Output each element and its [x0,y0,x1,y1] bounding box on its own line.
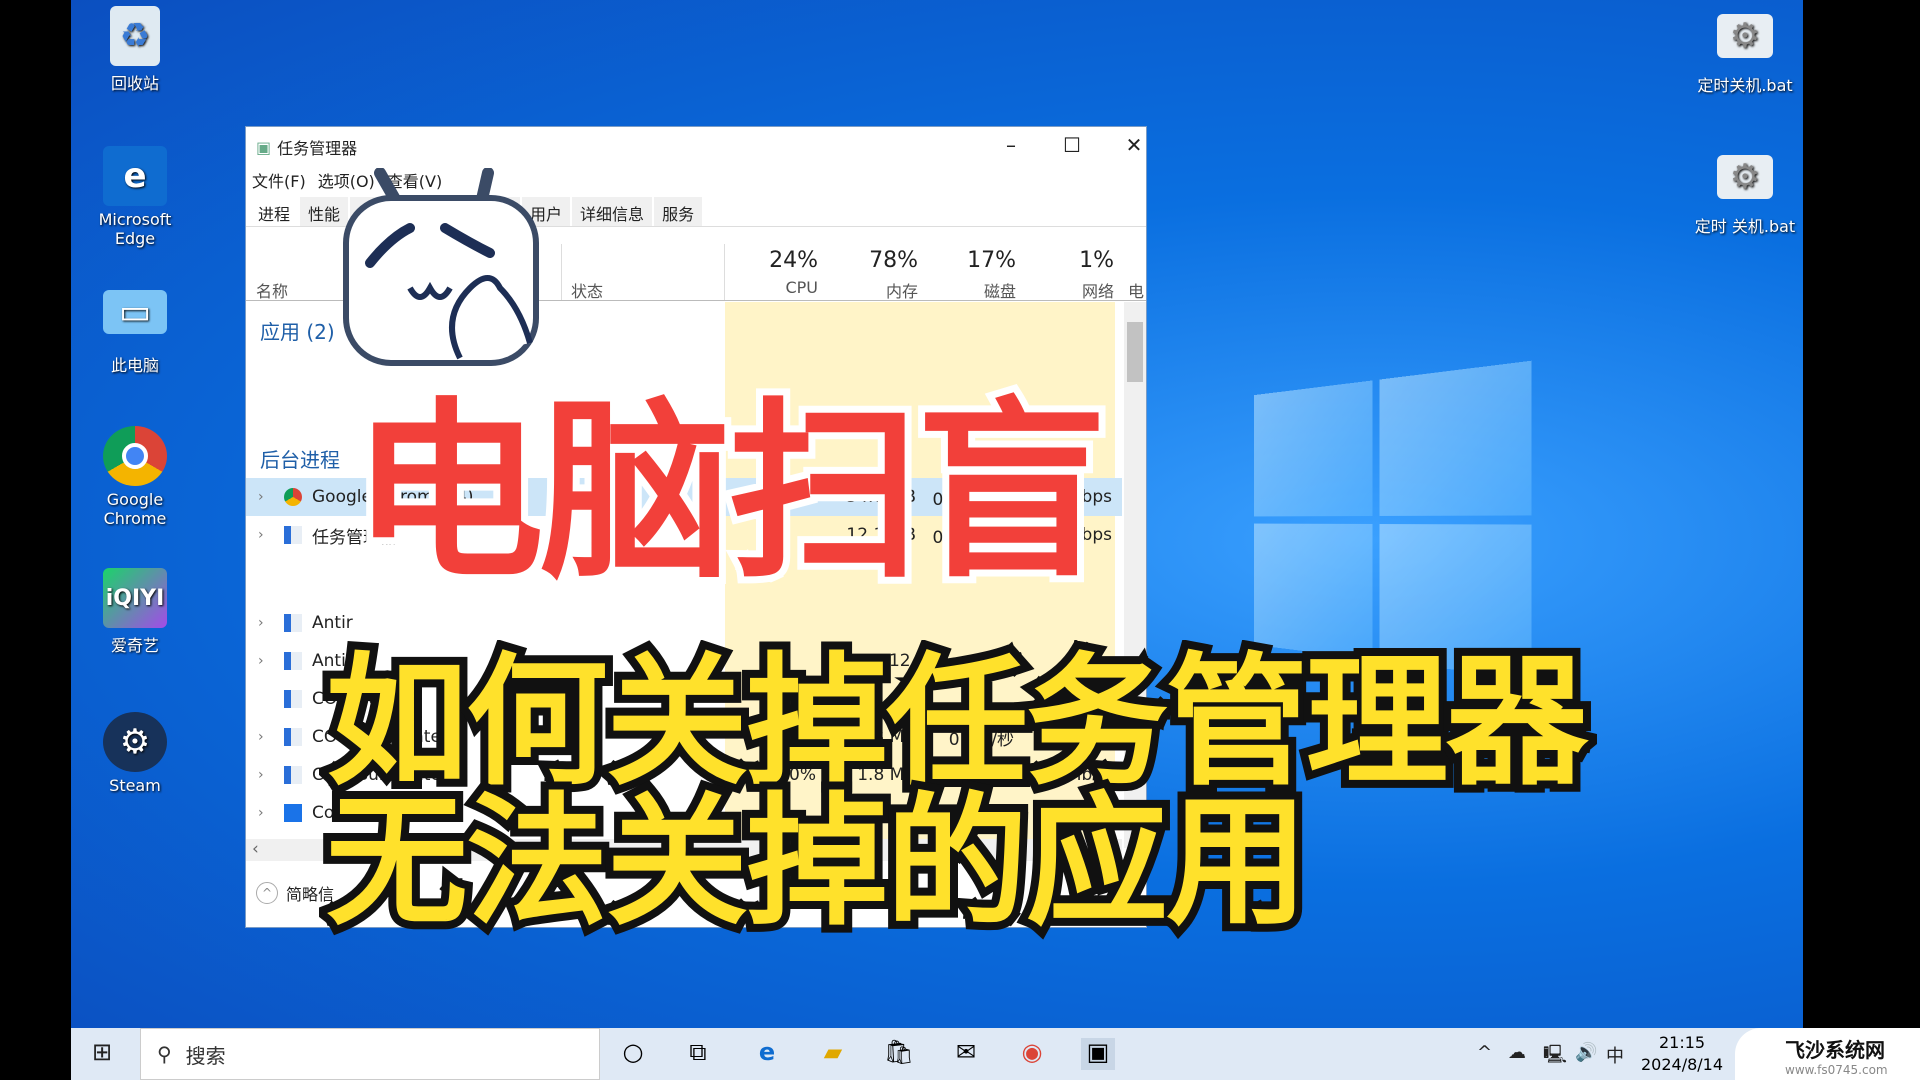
service-icon [284,804,302,822]
tab-details[interactable]: 详细信息 [572,197,653,226]
title-bar: ▣ 任务管理器 – ☐ ✕ [246,127,1146,167]
tab-processes[interactable]: 进程 [250,197,299,226]
menu-file[interactable]: 文件(F) [252,168,306,192]
fewer-details-button[interactable]: ^ 简略信 [256,881,334,905]
col-power[interactable]: 电 [1128,278,1144,302]
watermark-logo: 飞沙系统网 www.fs0745.com [1735,1028,1920,1080]
expand-chevron-icon[interactable]: › [258,489,264,505]
net-pct: 1% [1079,248,1114,273]
mail-icon[interactable]: ✉ [949,1038,983,1070]
computer-icon: ▭ [103,290,167,334]
clock[interactable]: 21:15 2024/8/14 [1641,1032,1723,1076]
task-view-icon[interactable]: ⧉ [681,1038,715,1070]
show-hidden-icons[interactable]: ^ [1477,1042,1492,1063]
expand-chevron-icon[interactable]: › [258,615,264,631]
taskmgr-icon: ▣ [256,137,272,157]
expand-chevron-icon[interactable]: › [258,653,264,669]
desktop-icon-bat-1[interactable]: ⚙ 定时关机.bat [1690,14,1800,96]
chrome-taskbar-icon[interactable]: ◉ [1015,1038,1049,1070]
chrome-icon [103,426,167,486]
desktop-icon-iqiyi[interactable]: iQIYI 爱奇艺 [80,568,190,656]
col-cpu[interactable]: CPU [726,278,818,297]
desktop-icon-recycle-bin[interactable]: ♻ 回收站 [80,6,190,94]
overlay-line-1: 如何关掉任务管理器 [318,640,1596,805]
windows-logo-wallpaper [1253,360,1532,680]
overlay-title-red: 电脑扫盲 [345,382,1115,605]
col-status[interactable]: 状态 [571,278,603,302]
bat-gear-icon: ⚙ [1717,155,1773,199]
expand-chevron-icon[interactable]: › [258,527,264,543]
expand-chevron-icon[interactable]: › [258,805,264,821]
expand-chevron-icon[interactable]: › [258,767,264,783]
cortana-icon[interactable]: ○ [616,1038,650,1070]
col-network[interactable]: 网络 [1022,278,1114,302]
search-box[interactable]: ⚲ 搜索 [140,1028,600,1080]
network-icon[interactable]: 🖳 [1543,1042,1567,1072]
search-icon: ⚲ [157,1042,172,1066]
taskbar: ⊞ ⚲ 搜索 ○ ⧉ e ▰ 🛍 ✉ ◉ ▣ ^ ☁ 🖳 🔊 中 21:15 202… [71,1028,1803,1080]
mascot-sticker [343,168,539,366]
minimize-button[interactable]: – [991,133,1031,157]
ime-indicator[interactable]: 中 [1606,1042,1624,1068]
close-button[interactable]: ✕ [1114,133,1154,157]
start-button[interactable]: ⊞ [85,1038,119,1070]
maximize-button[interactable]: ☐ [1052,133,1092,157]
process-name: Antir [312,613,353,633]
chevron-up-icon: ^ [256,882,278,904]
app-window-icon [284,766,302,784]
col-name[interactable]: 名称 [256,278,288,302]
desktop-icon-chrome[interactable]: Google Chrome [80,426,190,528]
overlay-line-2: 无法关掉的应用 [318,780,1316,945]
edge-taskbar-icon[interactable]: e [750,1038,784,1070]
col-disk[interactable]: 磁盘 [924,278,1016,302]
group-apps: 应用 (2) [260,320,335,344]
mem-pct: 78% [869,248,918,273]
iqiyi-icon: iQIYI [103,568,167,628]
disk-pct: 17% [967,248,1016,273]
desktop-icon-bat-2[interactable]: ⚙ 定时 关机.bat [1690,155,1800,237]
edge-icon: e [103,146,167,206]
steam-icon: ⚙ [103,712,167,772]
expand-chevron-icon[interactable]: › [258,729,264,745]
app-window-icon [284,690,302,708]
app-window-icon [284,652,302,670]
tab-services[interactable]: 服务 [654,197,703,226]
taskmgr-taskbar-icon[interactable]: ▣ [1081,1038,1115,1070]
bat-gear-icon: ⚙ [1717,14,1773,58]
recycle-bin-icon: ♻ [110,6,160,66]
store-icon[interactable]: 🛍 [882,1038,916,1070]
desktop-icon-edge[interactable]: e Microsoft Edge [80,146,190,248]
group-background: 后台进程 [260,448,340,472]
desktop-icon-this-pc[interactable]: ▭ 此电脑 [80,290,190,376]
process-row[interactable]: › Antir [246,604,1122,642]
col-memory[interactable]: 内存 [826,278,918,302]
taskmgr-icon [284,526,302,544]
volume-icon[interactable]: 🔊 [1575,1042,1597,1063]
file-explorer-icon[interactable]: ▰ [816,1038,850,1070]
app-window-icon [284,614,302,632]
onedrive-icon[interactable]: ☁ [1508,1042,1526,1063]
app-window-icon [284,728,302,746]
desktop-icon-steam[interactable]: ⚙ Steam [80,712,190,795]
chrome-icon [284,488,302,506]
cpu-pct: 24% [769,248,818,273]
